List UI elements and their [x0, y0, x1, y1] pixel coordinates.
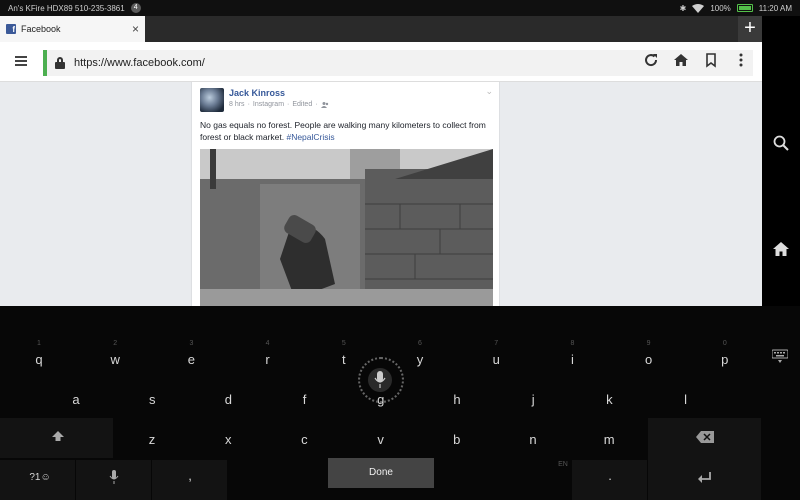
close-tab-icon[interactable]: ×: [132, 22, 139, 36]
backspace-key[interactable]: [695, 431, 715, 447]
key-t[interactable]: t5: [334, 340, 354, 368]
key-l[interactable]: l: [676, 392, 696, 408]
overflow-menu-icon[interactable]: [733, 52, 749, 68]
shift-key[interactable]: [48, 430, 68, 446]
post-author[interactable]: Jack Kinross: [229, 88, 285, 98]
key-r[interactable]: r4: [258, 340, 278, 368]
new-tab-button[interactable]: +: [738, 16, 762, 42]
status-bar: An's KFire HDX89 510-235-3861 4 ✱ 100% 1…: [0, 0, 800, 16]
key-hint: 0: [722, 340, 727, 347]
post-card: Jack Kinross 8 hrs · Instagram · Edited …: [191, 82, 500, 306]
tab-strip-corner: [762, 16, 800, 42]
key-w[interactable]: w2: [105, 340, 125, 368]
notification-badge[interactable]: 4: [130, 3, 141, 13]
key-n[interactable]: n: [523, 432, 543, 448]
post-photo[interactable]: [200, 149, 493, 306]
tab-title: Facebook: [21, 24, 61, 34]
key-y[interactable]: y6: [410, 340, 430, 368]
key-x[interactable]: x: [218, 432, 238, 448]
browser-toolbar: https://www.facebook.com/: [0, 42, 762, 82]
key-hint: 4: [265, 340, 270, 347]
post-time[interactable]: 8 hrs: [229, 101, 245, 109]
key-s[interactable]: s: [142, 392, 162, 408]
hashtag-link[interactable]: #NepalCrisis: [286, 132, 334, 142]
search-icon[interactable]: [773, 135, 789, 151]
key-c[interactable]: c: [294, 432, 314, 448]
voice-mic-icon: [374, 371, 386, 388]
home-icon[interactable]: [673, 52, 689, 68]
wifi-icon: [692, 3, 705, 13]
side-nav: [762, 42, 800, 306]
key-hint: 7: [494, 340, 499, 347]
key-p[interactable]: p0: [715, 340, 735, 368]
facebook-favicon-icon: f: [6, 24, 16, 34]
enter-icon: [698, 472, 711, 483]
period-key[interactable]: .: [604, 468, 616, 484]
key-v[interactable]: v: [371, 432, 391, 448]
key-k[interactable]: k: [599, 392, 619, 408]
key-hint: 6: [418, 340, 422, 347]
post-text: No gas equals no forest. People are walk…: [200, 120, 486, 142]
photo-scene: [200, 149, 493, 306]
done-button[interactable]: Done: [328, 458, 434, 488]
device-label: An's KFire HDX89 510-235-3861: [8, 3, 125, 13]
key-hint: 1: [37, 340, 41, 347]
keyboard-hide-icon[interactable]: [772, 348, 788, 364]
key-z[interactable]: z: [142, 432, 162, 448]
tab-strip: f Facebook ×: [0, 16, 762, 42]
friends-audience-icon: [320, 102, 328, 108]
post-options-chevron-icon[interactable]: ⌄: [485, 86, 493, 97]
key-m[interactable]: m: [599, 432, 619, 448]
battery-icon: [736, 4, 753, 12]
key-a[interactable]: a: [66, 392, 86, 408]
backspace-icon: [696, 431, 714, 443]
key-o[interactable]: o9: [639, 340, 659, 368]
microphone-icon: [109, 470, 119, 484]
post-meta: 8 hrs · Instagram · Edited ·: [229, 101, 329, 109]
battery-percent: 100%: [710, 3, 731, 13]
bluetooth-icon: ✱: [679, 3, 687, 13]
key-j[interactable]: j: [523, 392, 543, 408]
key-hint: 8: [570, 340, 575, 347]
home-nav-icon[interactable]: [773, 241, 789, 257]
key-q[interactable]: q1: [29, 340, 49, 368]
post-source[interactable]: Instagram: [253, 101, 284, 109]
lock-icon: [55, 57, 65, 69]
key-hint: 5: [341, 340, 346, 347]
menu-icon[interactable]: [15, 56, 27, 66]
comma-key[interactable]: ,: [184, 468, 196, 484]
key-b[interactable]: b: [447, 432, 467, 448]
web-page: Jack Kinross 8 hrs · Instagram · Edited …: [0, 82, 762, 306]
key-e[interactable]: e3: [181, 340, 201, 368]
reload-icon[interactable]: [643, 52, 659, 68]
post-edited[interactable]: Edited: [292, 101, 312, 109]
key-hint: 9: [646, 340, 651, 347]
url-text: https://www.facebook.com/: [74, 57, 205, 69]
key-hint: 2: [113, 340, 118, 347]
key-h[interactable]: h: [447, 392, 467, 408]
voice-key[interactable]: [106, 470, 122, 486]
key-d[interactable]: d: [218, 392, 238, 408]
avatar[interactable]: [200, 88, 224, 112]
key-f[interactable]: f: [295, 392, 315, 408]
bookmark-icon[interactable]: [703, 52, 719, 68]
shift-icon: [52, 431, 64, 441]
key-i[interactable]: i8: [562, 340, 582, 368]
symbols-key[interactable]: ?1☺: [22, 472, 58, 488]
key-hint: 3: [189, 340, 194, 347]
language-label: EN: [558, 461, 568, 468]
enter-key[interactable]: [697, 472, 713, 488]
clock: 11:20 AM: [758, 3, 792, 13]
key-u[interactable]: u7: [486, 340, 506, 368]
tab-facebook[interactable]: f Facebook ×: [0, 16, 145, 42]
